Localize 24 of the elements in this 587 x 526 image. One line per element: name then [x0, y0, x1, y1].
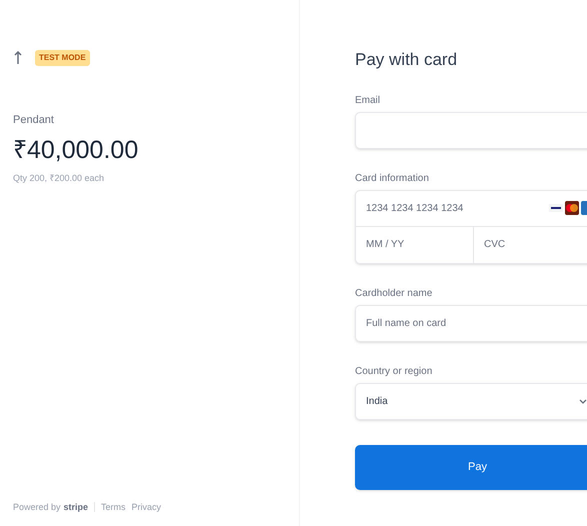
- country-select[interactable]: India: [355, 382, 587, 420]
- form-title: Pay with card: [355, 49, 458, 71]
- pay-button[interactable]: Pay: [355, 444, 587, 490]
- footer-link[interactable]: Privacy: [132, 500, 162, 514]
- field-label: Country or region: [355, 364, 434, 378]
- back-arrow-icon[interactable]: [13, 51, 23, 65]
- field-label: Email: [355, 94, 382, 108]
- test-mode-badge: TEST MODE: [35, 50, 90, 66]
- chevron-down-icon: [579, 398, 587, 404]
- card-number-field[interactable]: 1234 1234 1234 1234: [366, 200, 549, 216]
- price: ₹40,000.00: [13, 134, 138, 166]
- product-name: Pendant: [13, 113, 54, 128]
- field-label: Cardholder name: [355, 286, 434, 300]
- footer-link[interactable]: Terms: [101, 500, 126, 514]
- expiry-field[interactable]: MM / YY: [356, 226, 474, 262]
- powered-by-text: Powered by: [13, 500, 61, 514]
- field-label: Card information: [355, 172, 430, 186]
- stripe-logo[interactable]: stripe: [64, 500, 88, 514]
- cardholder-name-field[interactable]: Full name on card: [355, 304, 587, 342]
- cvc-field[interactable]: CVC: [484, 237, 587, 252]
- card-brand-icon: [565, 201, 579, 215]
- quantity-text: Qty 200, ₹200.00 each: [13, 172, 104, 185]
- card-brand-icon: [549, 204, 563, 212]
- email-field[interactable]: [355, 112, 587, 148]
